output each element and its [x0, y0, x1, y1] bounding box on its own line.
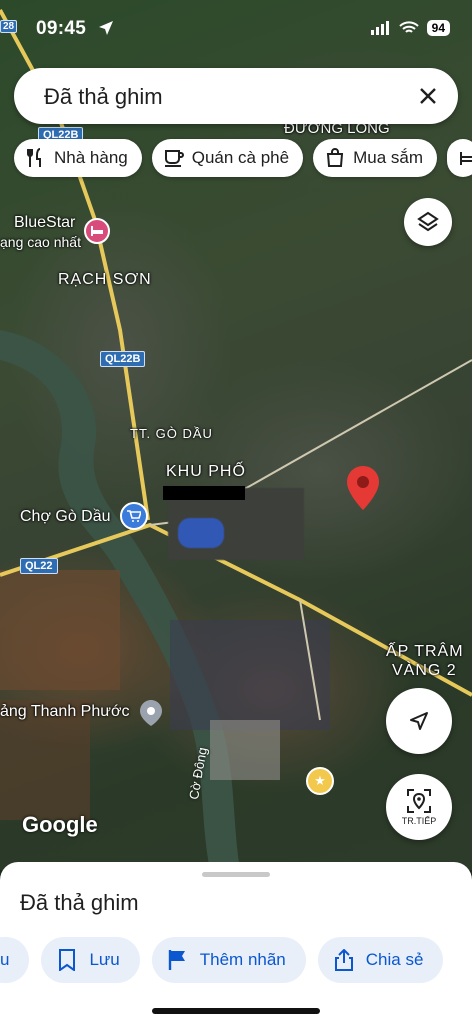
wifi-icon: [398, 21, 419, 33]
dropped-pin-icon[interactable]: [347, 466, 379, 515]
bottom-sheet[interactable]: Đã thả ghim u Lưu Thêm nhãn Chia sẻ: [0, 862, 472, 1024]
search-bar[interactable]: Đã thả ghim: [14, 68, 458, 124]
label-bluestar-sub: ạng cao nhất: [0, 234, 81, 250]
road-tag-ql22: QL22: [20, 558, 58, 574]
battery-level: 94: [426, 20, 450, 36]
bed-icon: [460, 152, 472, 165]
label-bluestar[interactable]: BlueStar: [14, 214, 75, 232]
hotel-marker-icon[interactable]: [84, 218, 110, 244]
chip-cafes[interactable]: Quán cà phê: [151, 139, 304, 177]
shopping-bag-icon: [327, 148, 344, 167]
chip-shopping[interactable]: Mua sắm: [313, 139, 438, 177]
shopping-cart-marker-icon[interactable]: [120, 502, 148, 530]
flag-icon: [168, 950, 185, 970]
label-rach-son: RẠCH SƠN: [58, 271, 152, 288]
action-label: Lưu: [89, 950, 120, 969]
star-marker-icon[interactable]: ★: [306, 767, 334, 795]
chip-label: Quán cà phê: [191, 148, 290, 167]
action-label: Thêm nhãn: [199, 950, 286, 969]
coffee-icon: [164, 150, 184, 167]
search-text[interactable]: Đã thả ghim: [44, 84, 163, 110]
layers-icon: [417, 211, 439, 232]
label-tt-go-dau: TT. GÒ DẦU: [130, 426, 213, 441]
my-location-button[interactable]: [386, 688, 452, 754]
action-partial-button[interactable]: u: [0, 937, 30, 983]
close-icon[interactable]: [416, 84, 440, 108]
chip-restaurants[interactable]: Nhà hàng: [14, 139, 142, 177]
action-label: Chia sẻ: [365, 950, 424, 969]
label-khu-pho: KHU PHỐ: [166, 463, 246, 480]
google-attribution: Google: [22, 812, 98, 837]
status-time: 09:45: [36, 18, 87, 39]
pin-scan-icon: [407, 789, 431, 813]
label-thanh-phuoc[interactable]: ảng Thanh Phước: [0, 703, 129, 721]
sheet-drag-handle[interactable]: [202, 872, 270, 877]
location-arrow-icon: [99, 21, 113, 35]
chip-label: Mua sắm: [353, 148, 424, 167]
fork-knife-icon: [27, 148, 41, 167]
save-button[interactable]: Lưu: [41, 937, 140, 983]
directions-label: TR.TIẾP: [401, 816, 437, 826]
status-bar: 09:45 94: [0, 0, 472, 60]
share-button[interactable]: Chia sẻ: [317, 937, 444, 983]
sheet-title: Đã thả ghim: [20, 890, 139, 915]
label-vang-2: VÀNG 2: [392, 662, 457, 679]
layers-button[interactable]: [404, 198, 452, 246]
road-tag-ql22b-mid: QL22B: [100, 351, 146, 367]
redaction-bar: [163, 486, 245, 500]
label-cho-go-dau[interactable]: Chợ Gò Dầu: [20, 508, 111, 526]
chip-label: Nhà hàng: [54, 148, 128, 167]
signal-icon: [370, 21, 389, 35]
action-label: u: [0, 950, 10, 969]
category-chips: Nhà hàng Quán cà phê Mua sắm: [14, 139, 472, 177]
share-icon: [334, 949, 353, 971]
chip-hotels-partial[interactable]: [447, 139, 472, 177]
add-label-button[interactable]: Thêm nhãn: [151, 937, 306, 983]
directions-button[interactable]: TR.TIẾP: [386, 774, 452, 840]
home-indicator: [152, 1008, 320, 1014]
label-ap-tram: ẤP TRÂM: [386, 643, 464, 660]
bookmark-icon: [59, 949, 76, 971]
place-marker-icon[interactable]: [140, 700, 162, 726]
navigation-arrow-icon: [410, 712, 428, 730]
action-buttons: u Lưu Thêm nhãn Chia sẻ: [0, 937, 444, 983]
satellite-map[interactable]: ĐƯỜNG LONG QL22B 28 BlueStar ạng cao nhấ…: [0, 0, 472, 870]
